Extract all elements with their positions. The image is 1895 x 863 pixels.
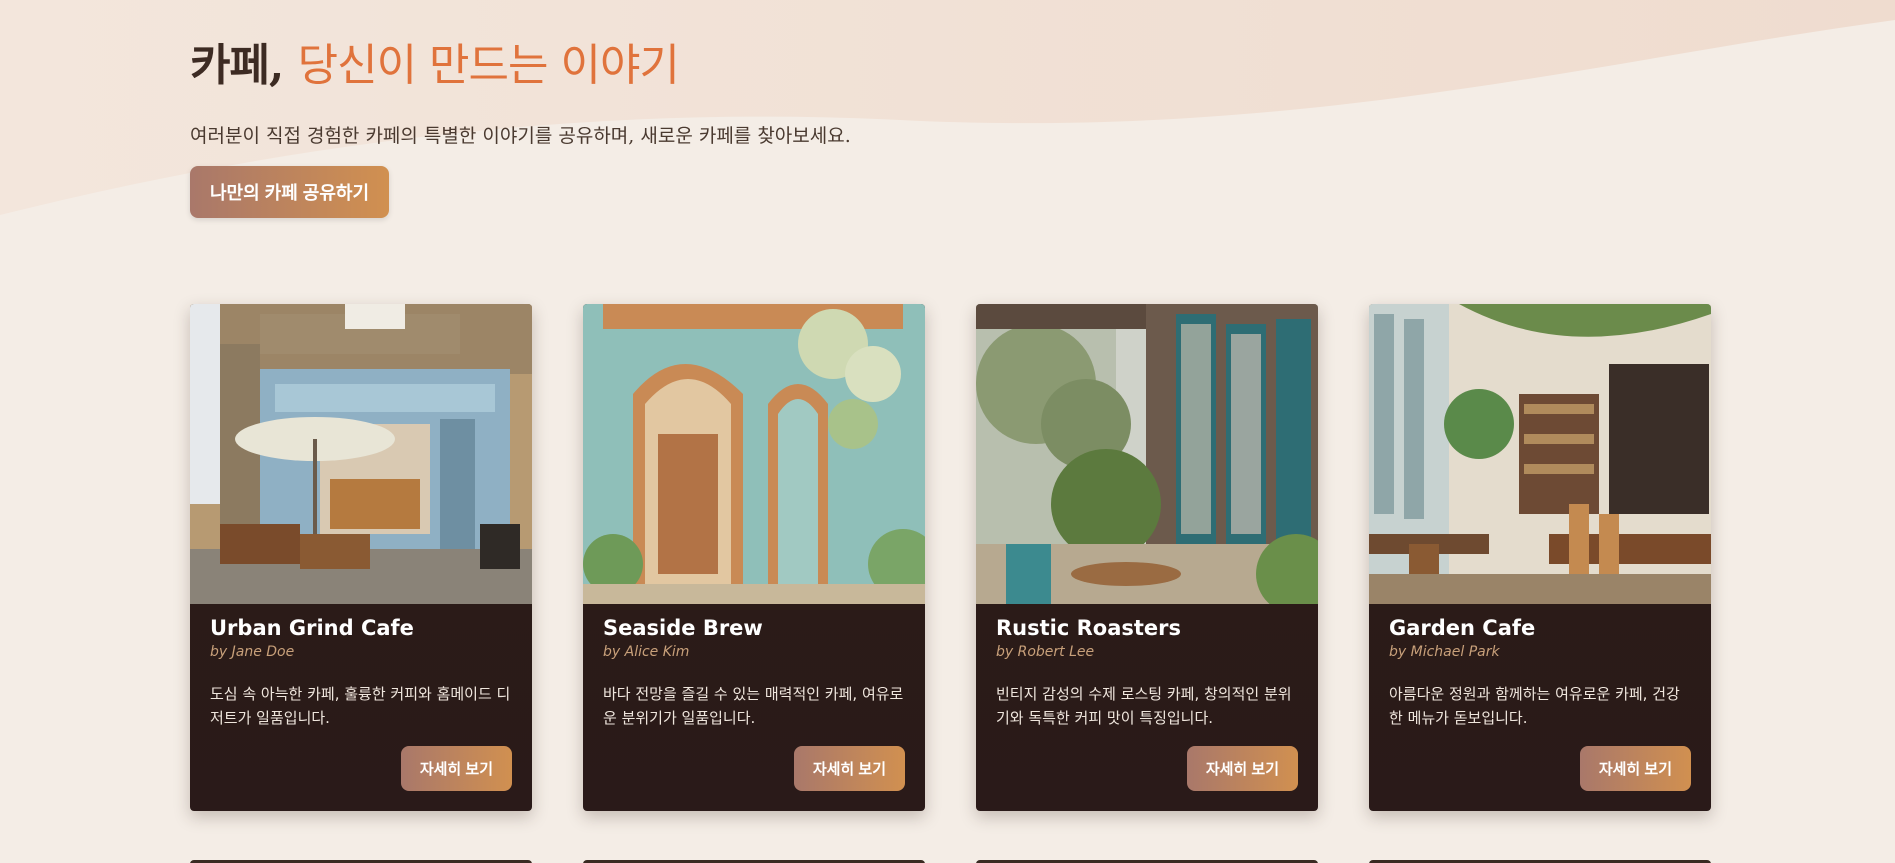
- cafe-image[interactable]: [976, 304, 1318, 604]
- hero-section: 카페, 당신이 만드는 이야기 여러분이 직접 경험한 카페의 특별한 이야기를…: [190, 40, 851, 218]
- hero-title-accent: 당신이 만드는 이야기: [297, 40, 680, 91]
- cafe-title: Garden Cafe: [1389, 616, 1536, 640]
- cafe-description: 빈티지 감성의 수제 로스팅 카페, 창의적인 분위기와 독특한 커피 맛이 특…: [996, 685, 1292, 727]
- cafe-card[interactable]: Urban Grind Cafe by Jane Doe 도심 속 아늑한 카페…: [190, 304, 532, 811]
- cafe-author: by Michael Park: [1389, 644, 1500, 660]
- cafe-image[interactable]: [190, 304, 532, 604]
- cafe-card[interactable]: Garden Cafe by Michael Park 아름다운 정원과 함께하…: [1369, 304, 1711, 811]
- cafe-author: by Alice Kim: [603, 644, 690, 660]
- share-cafe-button[interactable]: 나만의 카페 공유하기: [190, 165, 390, 218]
- cafe-title: Rustic Roasters: [996, 616, 1182, 640]
- hero-title: 카페, 당신이 만드는 이야기: [190, 40, 851, 93]
- cafe-title: Seaside Brew: [603, 616, 763, 640]
- cafe-card[interactable]: Rustic Roasters by Robert Lee 빈티지 감성의 수제…: [976, 304, 1318, 811]
- view-details-button[interactable]: 자세히 보기: [1186, 746, 1298, 791]
- cafe-card[interactable]: Seaside Brew by Alice Kim 바다 전망을 즐길 수 있는…: [583, 304, 925, 811]
- cafe-description: 아름다운 정원과 함께하는 여유로운 카페, 건강한 메뉴가 돋보입니다.: [1389, 685, 1680, 727]
- hero-subtitle: 여러분이 직접 경험한 카페의 특별한 이야기를 공유하며, 새로운 카페를 찾…: [190, 124, 851, 147]
- cafe-title: Urban Grind Cafe: [210, 616, 414, 640]
- cafe-card-grid: Urban Grind Cafe by Jane Doe 도심 속 아늑한 카페…: [190, 304, 1711, 811]
- cafe-author: by Jane Doe: [210, 644, 295, 660]
- cafe-image[interactable]: [1369, 304, 1711, 604]
- cafe-description: 도심 속 아늑한 카페, 훌륭한 커피와 홈메이드 디저트가 일품입니다.: [210, 685, 511, 727]
- cafe-image[interactable]: [583, 304, 925, 604]
- view-details-button[interactable]: 자세히 보기: [400, 746, 512, 791]
- cafe-author: by Robert Lee: [996, 644, 1095, 660]
- hero-title-main: 카페,: [190, 40, 284, 91]
- view-details-button[interactable]: 자세히 보기: [793, 746, 905, 791]
- cafe-description: 바다 전망을 즐길 수 있는 매력적인 카페, 여유로운 분위기가 일품입니다.: [603, 685, 904, 727]
- view-details-button[interactable]: 자세히 보기: [1579, 746, 1691, 791]
